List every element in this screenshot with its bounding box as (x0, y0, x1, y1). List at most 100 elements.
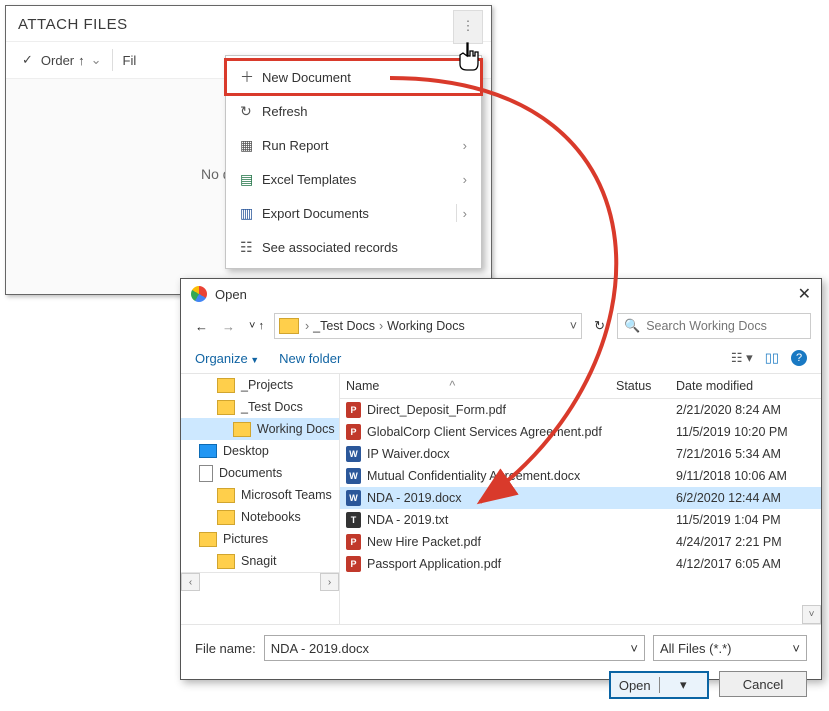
file-name: Passport Application.pdf (367, 557, 501, 571)
attach-files-title: ATTACH FILES (6, 6, 491, 41)
menu-export-documents[interactable]: ▥ Export Documents › (226, 196, 481, 230)
chrome-icon (191, 286, 207, 302)
folder-icon (199, 444, 217, 458)
tree-node[interactable]: _Projects (181, 374, 339, 396)
command-row: Organize New folder ☷ ▾ ▯▯ ? (181, 343, 821, 374)
file-list[interactable]: Name^ Status Date modified PDirect_Depos… (340, 374, 821, 624)
filename-combo[interactable]: NDA - 2019.docx ˅ (264, 635, 645, 661)
crumb-level1[interactable]: _Test Docs (313, 319, 375, 333)
file-row[interactable]: WNDA - 2019.docx6/2/2020 12:44 AM (340, 487, 821, 509)
nav-back-button[interactable]: ← (191, 317, 212, 336)
chevron-down-icon[interactable]: ⌄ (91, 52, 102, 68)
nav-forward-button[interactable]: → (218, 317, 239, 336)
scroll-down-button[interactable]: ˅ (802, 605, 821, 624)
tree-node-label: Notebooks (241, 510, 301, 524)
cancel-button[interactable]: Cancel (719, 671, 807, 697)
tree-node[interactable]: Notebooks (181, 506, 339, 528)
tree-node-label: Working Docs (257, 422, 335, 436)
preview-pane-button[interactable]: ▯▯ (765, 350, 779, 366)
folder-tree[interactable]: _Projects_Test Docs Working Docs DesktopDo… (181, 374, 340, 624)
tree-node[interactable]: Microsoft Teams (181, 484, 339, 506)
nav-up-button[interactable]: ˅ ↑ (245, 318, 268, 334)
folder-icon (279, 318, 299, 334)
file-open-dialog: Open ✕ ← → ˅ ↑ › _Test Docs › Working Do… (180, 278, 822, 680)
file-name: New Hire Packet.pdf (367, 535, 481, 549)
menu-run-report-label: Run Report (262, 138, 463, 153)
file-type-icon: P (346, 424, 361, 440)
more-commands-button[interactable]: ⋮ (453, 10, 483, 44)
chevron-down-icon[interactable]: ˅ (630, 641, 638, 656)
column-status[interactable]: Status (616, 379, 676, 393)
file-type-icon: W (346, 490, 361, 506)
organize-button[interactable]: Organize (195, 351, 259, 366)
folder-icon (217, 510, 235, 525)
column-name[interactable]: Name^ (346, 379, 616, 393)
menu-export-documents-label: Export Documents (262, 206, 456, 221)
menu-new-document[interactable]: ＋ New Document (226, 60, 481, 94)
folder-icon (199, 465, 213, 482)
excel-icon: ▤ (240, 171, 262, 188)
file-filter-cutoff[interactable]: Fil (123, 53, 137, 68)
menu-refresh[interactable]: ↻ Refresh (226, 94, 481, 128)
tree-node-label: Pictures (223, 532, 268, 546)
file-row[interactable]: PNew Hire Packet.pdf4/24/2017 2:21 PM (340, 531, 821, 553)
file-type-icon: W (346, 446, 361, 462)
menu-new-document-label: New Document (262, 70, 467, 85)
close-icon[interactable]: ✕ (798, 284, 811, 304)
file-date: 11/5/2019 1:04 PM (676, 513, 821, 527)
folder-icon (217, 400, 235, 415)
file-row[interactable]: PGlobalCorp Client Services Agreement.pd… (340, 421, 821, 443)
chevron-right-icon[interactable]: › (463, 206, 467, 221)
tree-node[interactable]: Snagit (181, 550, 339, 572)
help-icon[interactable]: ? (791, 350, 807, 366)
new-folder-button[interactable]: New folder (279, 351, 341, 366)
plus-icon: ＋ (240, 67, 262, 87)
file-row[interactable]: TNDA - 2019.txt11/5/2019 1:04 PM (340, 509, 821, 531)
file-name: IP Waiver.docx (367, 447, 450, 461)
split-divider (456, 204, 457, 222)
tree-node[interactable]: Pictures (181, 528, 339, 550)
crumb-level2[interactable]: Working Docs (387, 319, 465, 333)
chevron-right-icon: › (463, 138, 467, 153)
order-column-header[interactable]: Order (41, 53, 74, 68)
file-row[interactable]: PPassport Application.pdf4/12/2017 6:05 … (340, 553, 821, 575)
column-date[interactable]: Date modified (676, 379, 821, 393)
file-date: 4/12/2017 6:05 AM (676, 557, 821, 571)
check-icon[interactable]: ✓ (22, 52, 33, 68)
tree-node[interactable]: Desktop (181, 440, 339, 462)
tree-node[interactable]: Documents (181, 462, 339, 484)
scroll-left-button[interactable]: ‹ (181, 573, 200, 591)
folder-icon (217, 554, 235, 569)
chevron-right-icon: › (305, 319, 309, 333)
scroll-right-button[interactable]: › (320, 573, 339, 591)
menu-excel-templates[interactable]: ▤ Excel Templates › (226, 162, 481, 196)
chevron-right-icon: › (379, 319, 383, 333)
file-type-filter[interactable]: All Files (*.*) ˅ (653, 635, 807, 661)
file-name: NDA - 2019.txt (367, 513, 448, 527)
sort-asc-icon[interactable]: ↑ (78, 53, 85, 68)
chevron-down-icon[interactable]: ˅ (792, 641, 800, 656)
refresh-icon: ↻ (240, 103, 262, 120)
search-input[interactable] (644, 318, 809, 334)
view-options-button[interactable]: ☷ ▾ (731, 350, 753, 366)
menu-see-associated[interactable]: ☷ See associated records (226, 230, 481, 264)
open-split-chevron-icon[interactable]: ▾ (659, 677, 708, 693)
chevron-down-icon[interactable]: ˅ (570, 319, 577, 333)
tree-node[interactable]: _Test Docs (181, 396, 339, 418)
file-type-icon: W (346, 468, 361, 484)
tree-node[interactable]: Working Docs (181, 418, 339, 440)
menu-run-report[interactable]: ▦ Run Report › (226, 128, 481, 162)
file-date: 9/11/2018 10:06 AM (676, 469, 821, 483)
open-button-label: Open (611, 678, 659, 693)
refresh-button[interactable]: ↻ (588, 316, 611, 336)
file-row[interactable]: PDirect_Deposit_Form.pdf2/21/2020 8:24 A… (340, 399, 821, 421)
file-row[interactable]: WIP Waiver.docx7/21/2016 5:34 AM (340, 443, 821, 465)
report-icon: ▦ (240, 137, 262, 154)
search-box[interactable]: 🔍 (617, 313, 811, 339)
chevron-right-icon: › (463, 172, 467, 187)
breadcrumb[interactable]: › _Test Docs › Working Docs ˅ (274, 313, 582, 339)
menu-see-associated-label: See associated records (262, 240, 467, 255)
pointer-cursor-icon (453, 40, 483, 81)
file-row[interactable]: WMutual Confidentiality Agreement.docx9/… (340, 465, 821, 487)
open-button[interactable]: Open ▾ (609, 671, 709, 699)
